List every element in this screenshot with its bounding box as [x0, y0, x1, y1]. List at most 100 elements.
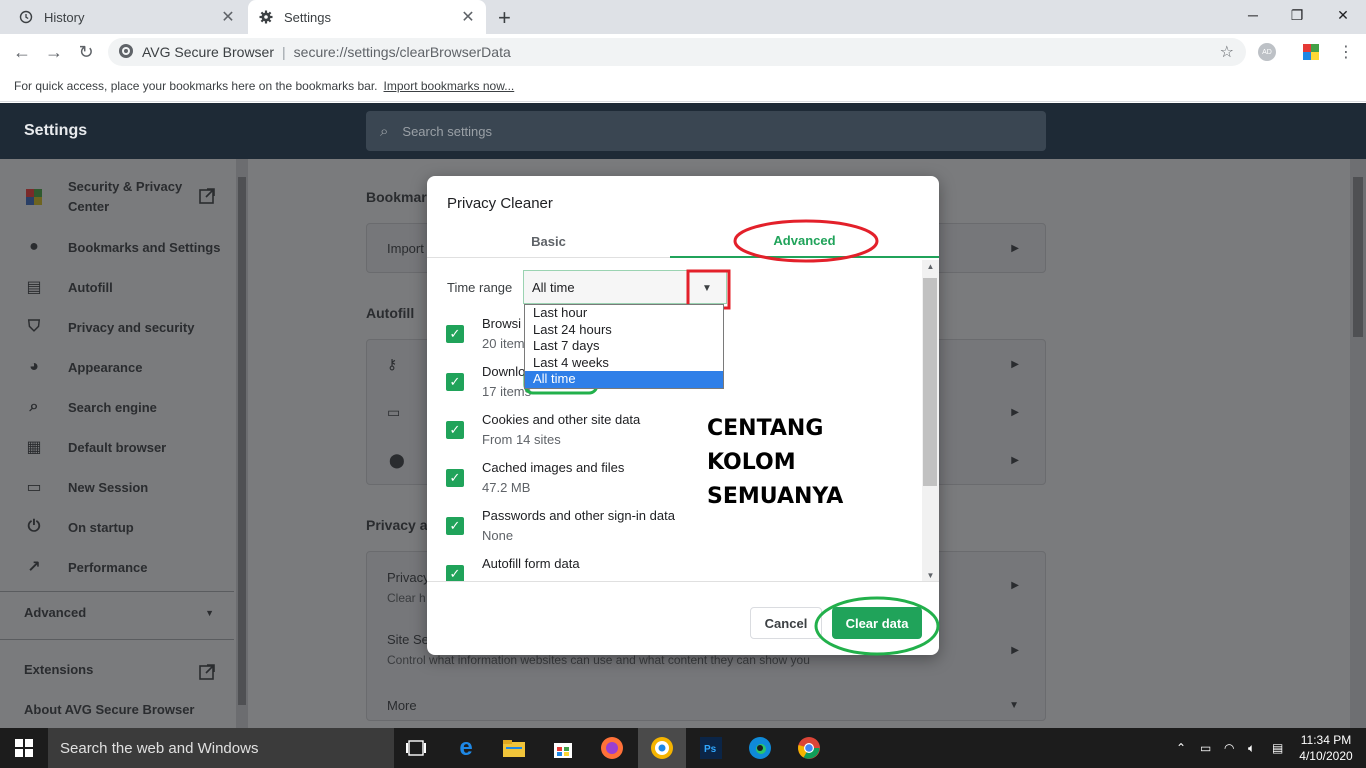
minimize-button[interactable]: ─ — [1230, 0, 1276, 30]
sidebar-item-new-session[interactable]: ▭ New Session — [24, 477, 148, 497]
scroll-down-icon[interactable]: ▼ — [922, 571, 939, 580]
address-bar[interactable]: AVG Secure Browser | secure://settings/c… — [108, 38, 1246, 66]
chevron-down-icon[interactable]: ▼ — [1009, 700, 1019, 711]
close-window-button[interactable]: ✕ — [1320, 0, 1366, 30]
sidebar-item-about[interactable]: About AVG Secure Browser — [24, 702, 194, 717]
scrollbar-thumb[interactable] — [238, 177, 246, 705]
key-icon: ⚷ — [387, 356, 398, 372]
clear-item-cookies[interactable]: ✓ Cookies and other site data From 14 sit… — [446, 410, 640, 450]
option-last-hour[interactable]: Last hour — [525, 305, 723, 322]
option-last-7-days[interactable]: Last 7 days — [525, 338, 723, 355]
sidebar-divider — [0, 591, 234, 592]
clear-item-cache[interactable]: ✓ Cached images and files 47.2 MB — [446, 458, 624, 498]
more-row[interactable]: More — [387, 698, 417, 713]
checkbox-checked[interactable]: ✓ — [446, 469, 464, 487]
sidebar-item-on-startup[interactable]: ⏻ On startup — [24, 517, 134, 537]
chevron-right-icon[interactable]: ▶ — [1011, 455, 1019, 466]
option-last-24-hours[interactable]: Last 24 hours — [525, 322, 723, 339]
system-clock[interactable]: 11:34 PM 4/10/2020 — [1296, 732, 1356, 764]
battery-icon[interactable]: ▭ — [1200, 728, 1211, 768]
item-title: Passwords and other sign-in data — [482, 508, 675, 523]
new-tab-button[interactable]: + — [498, 5, 511, 31]
sidebar-item-extensions[interactable]: Extensions — [24, 662, 93, 677]
store-icon[interactable] — [549, 734, 577, 762]
checkbox-checked[interactable]: ✓ — [446, 373, 464, 391]
clear-item-downloads[interactable]: ✓ Downlo 17 items — [446, 362, 531, 402]
scrollbar-thumb[interactable] — [1353, 177, 1363, 337]
notification-icon[interactable]: ▤ — [1272, 728, 1283, 768]
tab-basic[interactable]: Basic — [427, 224, 670, 258]
windows-start-button[interactable] — [0, 728, 48, 768]
reload-button[interactable]: ↻ — [74, 40, 98, 64]
external-link-icon[interactable] — [198, 187, 216, 208]
menu-icon[interactable]: ⋮ — [1338, 42, 1354, 62]
chevron-right-icon[interactable]: ▶ — [1011, 645, 1019, 656]
sidebar-item-default-browser[interactable]: ▦ Default browser — [24, 437, 166, 457]
photoshop-icon[interactable]: Ps — [697, 734, 725, 762]
item-title: Browsi — [482, 316, 522, 331]
taskbar-search-box[interactable]: Search the web and Windows — [48, 728, 394, 768]
time-range-label: Time range — [447, 280, 513, 295]
section-privacy: Privacy a — [366, 517, 428, 533]
clear-item-autofill[interactable]: ✓ Autofill form data — [446, 554, 580, 581]
chevron-right-icon[interactable]: ▶ — [1011, 359, 1019, 370]
checkbox-checked[interactable]: ✓ — [446, 517, 464, 535]
windows-logo-icon — [15, 739, 33, 757]
item-sub: 47.2 MB — [482, 480, 531, 495]
tab-settings[interactable]: Settings ✕ — [248, 0, 486, 34]
sidebar-item-bookmarks-settings[interactable]: ● Bookmarks and Settings — [24, 237, 220, 257]
privacy-row[interactable]: Privacy Clear h — [387, 568, 430, 608]
avg-browser-icon[interactable] — [648, 734, 676, 762]
checkbox-checked[interactable]: ✓ — [446, 325, 464, 343]
dropdown-caret-icon[interactable]: ▼ — [696, 281, 718, 295]
external-link-icon[interactable] — [198, 663, 216, 684]
cancel-button[interactable]: Cancel — [750, 607, 822, 639]
avatar[interactable]: AD — [1258, 43, 1276, 61]
main-scrollbar[interactable] — [1350, 159, 1366, 728]
wifi-icon[interactable]: ◠ — [1224, 728, 1234, 768]
forward-button[interactable]: → — [42, 40, 66, 64]
task-view-icon[interactable] — [402, 734, 430, 762]
back-button[interactable]: ← — [10, 40, 34, 64]
dialog-scrollbar[interactable]: ▲ ▼ — [922, 260, 939, 581]
close-tab-icon[interactable]: ✕ — [220, 7, 236, 27]
instruction-annotation: CENTANG KOLOM SEMUANYA — [707, 412, 897, 514]
close-tab-icon[interactable]: ✕ — [460, 7, 476, 27]
option-all-time[interactable]: All time — [525, 371, 723, 388]
gear-icon — [258, 9, 274, 25]
bookmark-star-icon[interactable]: ☆ — [1220, 42, 1234, 62]
show-hidden-icons[interactable]: ⌃ — [1176, 728, 1186, 768]
edge-icon[interactable] — [746, 734, 774, 762]
chevron-right-icon[interactable]: ▶ — [1011, 407, 1019, 418]
volume-icon[interactable]: 🔈︎ — [1248, 728, 1255, 768]
clear-data-button[interactable]: Clear data — [832, 607, 922, 639]
sidebar-item-autofill[interactable]: ▤ Autofill — [24, 277, 112, 297]
clear-item-browsing-history[interactable]: ✓ Browsi 20 item — [446, 314, 525, 354]
option-last-4-weeks[interactable]: Last 4 weeks — [525, 355, 723, 372]
sidebar-item-performance[interactable]: ↗ Performance — [24, 557, 147, 577]
sidebar-item-security-privacy-center[interactable]: Security & Privacy Center — [24, 177, 188, 217]
settings-sidebar: Security & Privacy Center ● Bookmarks an… — [0, 159, 234, 728]
sidebar-scrollbar[interactable] — [236, 159, 248, 728]
sidebar-item-appearance[interactable]: ◕ Appearance — [24, 357, 142, 377]
firefox-icon[interactable] — [598, 734, 626, 762]
sidebar-item-search-engine[interactable]: ⌕ Search engine — [24, 397, 157, 417]
file-explorer-icon[interactable] — [500, 734, 528, 762]
chrome-icon[interactable] — [795, 734, 823, 762]
clear-item-passwords[interactable]: ✓ Passwords and other sign-in data None — [446, 506, 675, 546]
avg-extension-icon[interactable] — [1303, 44, 1319, 60]
sidebar-advanced-toggle[interactable]: Advanced ▼ — [24, 605, 214, 620]
scroll-up-icon[interactable]: ▲ — [922, 262, 939, 271]
scrollbar-thumb[interactable] — [923, 278, 937, 486]
tab-history[interactable]: History ✕ — [8, 0, 246, 34]
import-bookmarks-link[interactable]: Import bookmarks now... — [384, 79, 515, 93]
search-settings-input[interactable]: ⌕ Search settings — [366, 111, 1046, 151]
time-range-select[interactable]: All time ▼ — [523, 270, 727, 304]
checkbox-checked[interactable]: ✓ — [446, 565, 464, 581]
edge-legacy-icon[interactable]: e — [452, 734, 480, 762]
tab-advanced[interactable]: Advanced — [670, 224, 939, 258]
chevron-right-icon[interactable]: ▶ — [1011, 580, 1019, 591]
checkbox-checked[interactable]: ✓ — [446, 421, 464, 439]
maximize-button[interactable]: ❐ — [1274, 0, 1320, 30]
sidebar-item-privacy[interactable]: ⛉ Privacy and security — [24, 317, 194, 337]
